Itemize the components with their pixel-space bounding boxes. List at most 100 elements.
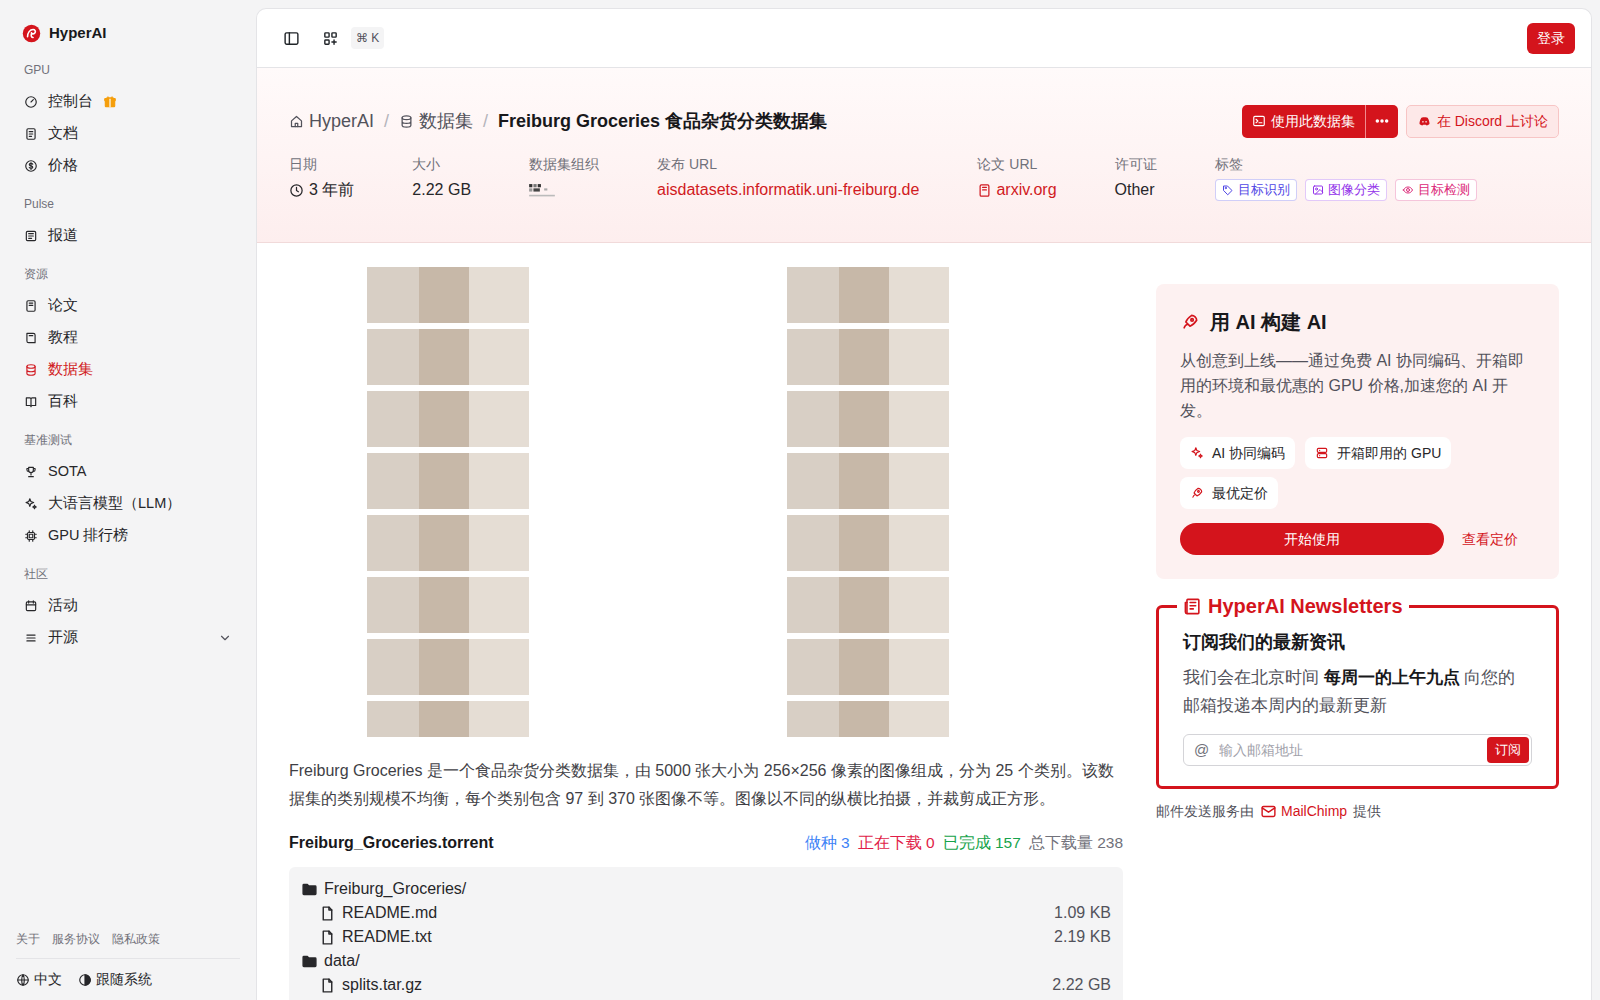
feature-label: 开箱即用的 GPU	[1337, 443, 1441, 464]
sidebar-item-label: 百科	[48, 391, 78, 413]
start-button[interactable]: 开始使用	[1180, 523, 1444, 555]
sidebar-item[interactable]: 开源	[16, 622, 240, 654]
newsletter-heading: 订阅我们的最新资讯	[1183, 629, 1532, 656]
section-title: Pulse	[16, 194, 240, 214]
folder-row[interactable]: Freiburg_Groceries/	[301, 877, 1111, 901]
list-icon	[24, 631, 38, 645]
meta-link[interactable]: aisdatasets.informatik.uni-freiburg.de	[657, 178, 919, 202]
more-icon	[1374, 113, 1390, 129]
sidebar-item[interactable]: 报道	[16, 220, 240, 252]
torrent-stat: 总下载量 238	[1029, 831, 1123, 854]
at-sign: @	[1194, 739, 1209, 762]
sidebar-item[interactable]: 大语言模型（LLM）	[16, 488, 240, 520]
footer-link[interactable]: 隐私政策	[112, 930, 160, 948]
brand-name: HyperAI	[49, 22, 107, 45]
database-icon	[399, 114, 414, 129]
breadcrumb-item: Freiburg Groceries 食品杂货分类数据集	[498, 108, 827, 135]
tag[interactable]: 图像分类	[1305, 179, 1387, 201]
gift-icon	[103, 95, 117, 109]
scan-icon	[1402, 184, 1414, 196]
discord-button[interactable]: 在 Discord 上讨论	[1406, 105, 1559, 138]
use-dataset-button[interactable]: 使用此数据集	[1242, 105, 1365, 138]
sidebar-item-label: 控制台	[48, 91, 93, 113]
tag-icon	[1222, 184, 1234, 196]
book-icon	[24, 331, 38, 345]
sidebar-item[interactable]: 教程	[16, 322, 240, 354]
brand[interactable]: HyperAI	[16, 18, 240, 48]
mailchimp-link[interactable]: MailChimp	[1260, 801, 1347, 822]
organization-logo-icon[interactable]	[529, 183, 555, 198]
torrent-stat: 正在下载 0	[858, 831, 935, 854]
meta-field: 数据集组织	[529, 154, 599, 202]
torrent-name: Freiburg_Groceries.torrent	[289, 831, 494, 855]
sidebar-item-label: 文档	[48, 123, 78, 145]
email-input[interactable]	[1217, 739, 1479, 762]
hyperai-logo-icon	[22, 24, 41, 43]
meta-field: 标签目标识别图像分类目标检测	[1215, 154, 1477, 202]
tag[interactable]: 目标识别	[1215, 179, 1297, 201]
login-button[interactable]: 登录	[1527, 23, 1575, 54]
sidebar-item[interactable]: SOTA	[16, 456, 240, 488]
file-row[interactable]: README.md1.09 KB	[301, 901, 1111, 925]
sidebar-item-label: 数据集	[48, 359, 93, 381]
breadcrumb-item[interactable]: 数据集	[399, 108, 473, 135]
sidebar-item[interactable]: 数据集	[16, 354, 240, 386]
feature-chip: AI 协同编码	[1180, 437, 1295, 469]
meta-link-label: arxiv.org	[996, 178, 1056, 202]
feature-label: 最优定价	[1212, 483, 1268, 504]
torrent-stat: 已完成 157	[943, 831, 1021, 854]
folder-icon	[301, 953, 318, 970]
breadcrumb-item[interactable]: HyperAI	[289, 108, 374, 135]
footer-link[interactable]: 关于	[16, 930, 40, 948]
pricing-link[interactable]: 查看定价	[1462, 529, 1518, 550]
dataset-body: Freiburg Groceries 是一个食品杂货分类数据集，由 5000 张…	[289, 267, 1123, 976]
tag-label: 图像分类	[1328, 181, 1380, 199]
tag[interactable]: 目标检测	[1395, 179, 1477, 201]
discord-icon	[1417, 114, 1432, 129]
sidebar-item[interactable]: 活动	[16, 590, 240, 622]
theme-icon	[78, 973, 92, 987]
document-icon	[977, 183, 992, 198]
meta-link-label: aisdatasets.informatik.uni-freiburg.de	[657, 178, 919, 202]
subscribe-form: @ 订阅	[1183, 734, 1532, 766]
sidebar-item[interactable]: 百科	[16, 386, 240, 418]
file-row[interactable]: splits.tar.gz2.22 GB	[301, 973, 1111, 997]
section-title: 基准测试	[16, 430, 240, 450]
image-icon	[1312, 184, 1324, 196]
section-title: GPU	[16, 60, 240, 80]
sparkles-icon	[1190, 446, 1204, 460]
sidebar-item-label: GPU 排行榜	[48, 525, 128, 547]
breadcrumb-label: 数据集	[419, 108, 473, 135]
use-dataset-group: 使用此数据集	[1242, 105, 1398, 138]
footer-link[interactable]: 服务协议	[52, 930, 100, 948]
meta-text: 2.22 GB	[412, 178, 471, 202]
sidebar-toggle-button[interactable]	[279, 26, 304, 51]
footer-links: 关于服务协议隐私政策	[16, 930, 240, 959]
discord-label: 在 Discord 上讨论	[1437, 111, 1548, 132]
meta-field: 发布 URLaisdatasets.informatik.uni-freibur…	[657, 154, 919, 202]
language-switch[interactable]: 中文	[16, 969, 62, 990]
clock-icon	[289, 183, 304, 198]
sidebar-item[interactable]: 价格	[16, 150, 240, 182]
meta-value	[529, 178, 599, 202]
folder-row[interactable]: data/	[301, 949, 1111, 973]
sidebar-section: 基准测试 SOTA 大语言模型（LLM） GPU 排行榜	[16, 418, 240, 552]
file-row[interactable]: README.txt2.19 KB	[301, 925, 1111, 949]
command-menu-button[interactable]	[318, 26, 343, 51]
meta-field: 许可证Other	[1115, 154, 1157, 202]
language-label: 中文	[34, 969, 62, 990]
sidebar-item-label: 开源	[48, 627, 78, 649]
sidebar-toggle-icon	[283, 30, 300, 47]
sidebar-item[interactable]: 文档	[16, 118, 240, 150]
sidebar-item[interactable]: GPU 排行榜	[16, 520, 240, 552]
meta-label: 许可证	[1115, 154, 1157, 174]
theme-switch[interactable]: 跟随系统	[78, 969, 152, 990]
meta-link[interactable]: arxiv.org	[977, 178, 1056, 202]
sidebar-item-label: SOTA	[48, 461, 86, 483]
wiki-icon	[24, 395, 38, 409]
sidebar-item[interactable]: 论文	[16, 290, 240, 322]
sidebar-item[interactable]: 控制台	[16, 86, 240, 118]
subscribe-button[interactable]: 订阅	[1487, 737, 1529, 763]
database-icon	[24, 363, 38, 377]
more-button[interactable]	[1365, 105, 1398, 138]
